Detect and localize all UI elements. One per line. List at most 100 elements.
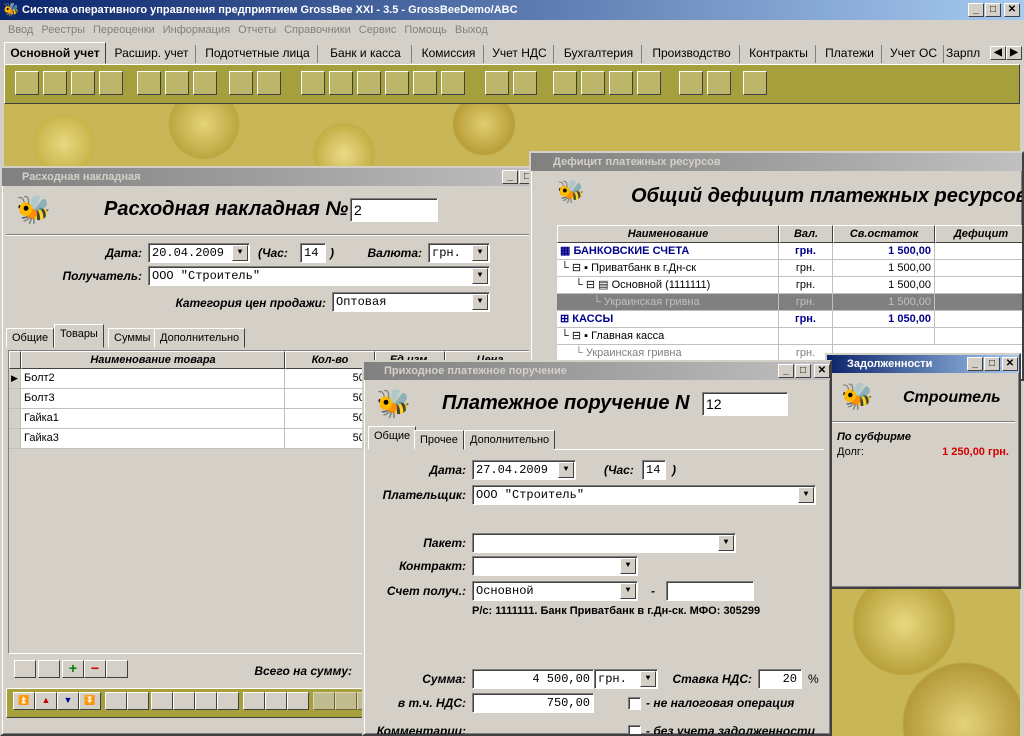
module-tab-main[interactable]: Основной учет xyxy=(4,42,106,64)
payment-close-button[interactable]: ✕ xyxy=(814,364,830,378)
tree-expand-icon[interactable]: └ ⊟ ▪ xyxy=(561,262,591,274)
module-tab-contracts[interactable]: Контракты xyxy=(742,45,816,63)
save-disabled-icon[interactable] xyxy=(313,692,335,710)
invoice-price-cat-select[interactable]: Оптовая ▼ xyxy=(332,292,490,312)
payment-vat-rate-field[interactable]: 20 xyxy=(758,669,802,689)
menu-exit[interactable]: Выход xyxy=(451,20,492,40)
print-preview-icon[interactable] xyxy=(265,692,287,710)
payment-tab-extra[interactable]: Дополнительно xyxy=(464,430,556,450)
paste-rows-icon[interactable] xyxy=(38,660,60,678)
menu-information[interactable]: Информация xyxy=(159,20,234,40)
payment-account-select[interactable]: Основной ▼ xyxy=(472,581,638,601)
payment-tab-other[interactable]: Прочее xyxy=(414,430,464,450)
payment-date-field[interactable]: 27.04.2009 ▼ xyxy=(472,460,576,480)
print-icon[interactable] xyxy=(243,692,265,710)
payment-minimize-button[interactable]: _ xyxy=(778,364,794,378)
menu-help[interactable]: Помощь xyxy=(400,20,451,40)
execute-icon[interactable] xyxy=(195,692,217,710)
goods-name-cell[interactable]: Болт3 xyxy=(21,389,285,409)
doc-info-icon[interactable] xyxy=(15,71,39,95)
module-tab-payments[interactable]: Платежи xyxy=(818,45,882,63)
chevron-down-icon[interactable]: ▼ xyxy=(472,294,488,310)
docs-stack-icon[interactable] xyxy=(357,71,381,95)
no-debt-checkbox[interactable] xyxy=(628,725,641,734)
copy-rows-icon[interactable] xyxy=(14,660,36,678)
cart-icon[interactable] xyxy=(329,71,353,95)
person-arrows-icon[interactable] xyxy=(257,71,281,95)
debts-maximize-button[interactable]: □ xyxy=(984,357,1000,371)
person-money-icon[interactable] xyxy=(165,71,189,95)
deficit-col-currency[interactable]: Вал. xyxy=(779,225,833,243)
module-tab-fixed-assets[interactable]: Учет ОС xyxy=(884,45,944,63)
tree-expand-icon[interactable]: └ ⊟ ▪ xyxy=(561,330,591,342)
tabs-scroll-right-button[interactable]: ▶ xyxy=(1006,46,1022,60)
folder-icon[interactable] xyxy=(679,71,703,95)
tree-group-name[interactable]: ⊞ КАССЫ xyxy=(557,311,779,328)
tree-item-name[interactable]: └ ⊟ ▪ Главная касса xyxy=(557,328,779,345)
goods-name-cell[interactable]: Гайка1 xyxy=(21,409,285,429)
menu-references[interactable]: Справочники xyxy=(280,20,355,40)
person-list-icon[interactable] xyxy=(193,71,217,95)
invoice-recipient-select[interactable]: ООО "Строитель" ▼ xyxy=(148,266,490,286)
chevron-down-icon[interactable]: ▼ xyxy=(232,245,248,261)
menu-registers[interactable]: Реестры xyxy=(37,20,89,40)
module-tab-extended[interactable]: Расшир. учет xyxy=(108,45,196,63)
tree-item-name[interactable]: └ Украинская гривна xyxy=(557,294,779,311)
invoice-tab-goods[interactable]: Товары xyxy=(54,324,104,348)
tree-group-name[interactable]: ▦ БАНКОВСКИЕ СЧЕТА xyxy=(557,243,779,260)
debts-close-button[interactable]: ✕ xyxy=(1002,357,1018,371)
app-maximize-button[interactable]: □ xyxy=(985,3,1001,17)
deficit-col-balance[interactable]: Св.остаток xyxy=(833,225,935,243)
save-doc-icon[interactable] xyxy=(151,692,173,710)
app-minimize-button[interactable]: _ xyxy=(968,3,984,17)
menu-input[interactable]: Ввод xyxy=(4,20,37,40)
list-report-icon[interactable] xyxy=(609,71,633,95)
chevron-down-icon[interactable]: ▼ xyxy=(798,487,814,503)
module-tab-vat[interactable]: Учет НДС xyxy=(486,45,554,63)
module-tab-accountable[interactable]: Подотчетные лица xyxy=(198,45,318,63)
non-tax-checkbox[interactable] xyxy=(628,697,641,710)
chevron-down-icon[interactable]: ▼ xyxy=(718,535,734,551)
tabs-scroll-left-button[interactable]: ◀ xyxy=(990,46,1006,60)
module-tab-commission[interactable]: Комиссия xyxy=(414,45,484,63)
payment-sum-currency-select[interactable]: грн. ▼ xyxy=(594,669,658,689)
menu-revaluation[interactable]: Переоценки xyxy=(89,20,159,40)
document-icon[interactable] xyxy=(217,692,239,710)
menu-reports[interactable]: Отчеты xyxy=(234,20,280,40)
payment-subaccount-field[interactable] xyxy=(666,581,754,601)
deficit-col-deficit[interactable]: Дефицит xyxy=(935,225,1022,243)
goods-name-cell[interactable]: Болт2 xyxy=(21,369,285,389)
payment-contract-select[interactable]: ▼ xyxy=(472,556,638,576)
cancel-grid-icon[interactable] xyxy=(743,71,767,95)
module-tab-salary[interactable]: Зарпл xyxy=(946,45,988,63)
chevron-down-icon[interactable]: ▼ xyxy=(472,245,488,261)
person-report-icon[interactable] xyxy=(581,71,605,95)
ruler-icon[interactable] xyxy=(637,71,661,95)
invoice-tab-extra[interactable]: Дополнительно xyxy=(154,328,246,348)
person-doc-icon[interactable] xyxy=(137,71,161,95)
chevron-down-icon[interactable]: ▼ xyxy=(640,671,656,687)
module-tab-production[interactable]: Производство xyxy=(644,45,740,63)
doc-money-icon[interactable] xyxy=(99,71,123,95)
debts-minimize-button[interactable]: _ xyxy=(967,357,983,371)
payment-vat-field[interactable]: 750,00 xyxy=(472,693,594,713)
reports-icon[interactable] xyxy=(287,692,309,710)
export-disabled-icon[interactable] xyxy=(335,692,357,710)
invoice-tab-general[interactable]: Общие xyxy=(6,328,55,348)
last-record-icon[interactable]: ⏬ xyxy=(79,692,101,710)
invoice-hour-field[interactable]: 14 xyxy=(300,243,326,263)
chart-icon[interactable] xyxy=(441,71,465,95)
invoice-number-field[interactable]: 2 xyxy=(350,198,438,222)
arrows-doc-icon[interactable] xyxy=(229,71,253,95)
doc-bee-icon[interactable] xyxy=(43,71,67,95)
chevron-down-icon[interactable]: ▼ xyxy=(472,268,488,284)
goods-name-cell[interactable]: Гайка3 xyxy=(21,429,285,449)
module-tab-bank-cash[interactable]: Банк и касса xyxy=(320,45,412,63)
payment-hour-field[interactable]: 14 xyxy=(642,460,666,480)
payment-maximize-button[interactable]: □ xyxy=(795,364,811,378)
first-record-icon[interactable]: ⏫ xyxy=(13,692,35,710)
payment-payer-select[interactable]: ООО "Строитель" ▼ xyxy=(472,485,816,505)
payment-sum-field[interactable]: 4 500,00 xyxy=(472,669,594,689)
payment-number-field[interactable]: 12 xyxy=(702,392,788,416)
menu-service[interactable]: Сервис xyxy=(355,20,401,40)
